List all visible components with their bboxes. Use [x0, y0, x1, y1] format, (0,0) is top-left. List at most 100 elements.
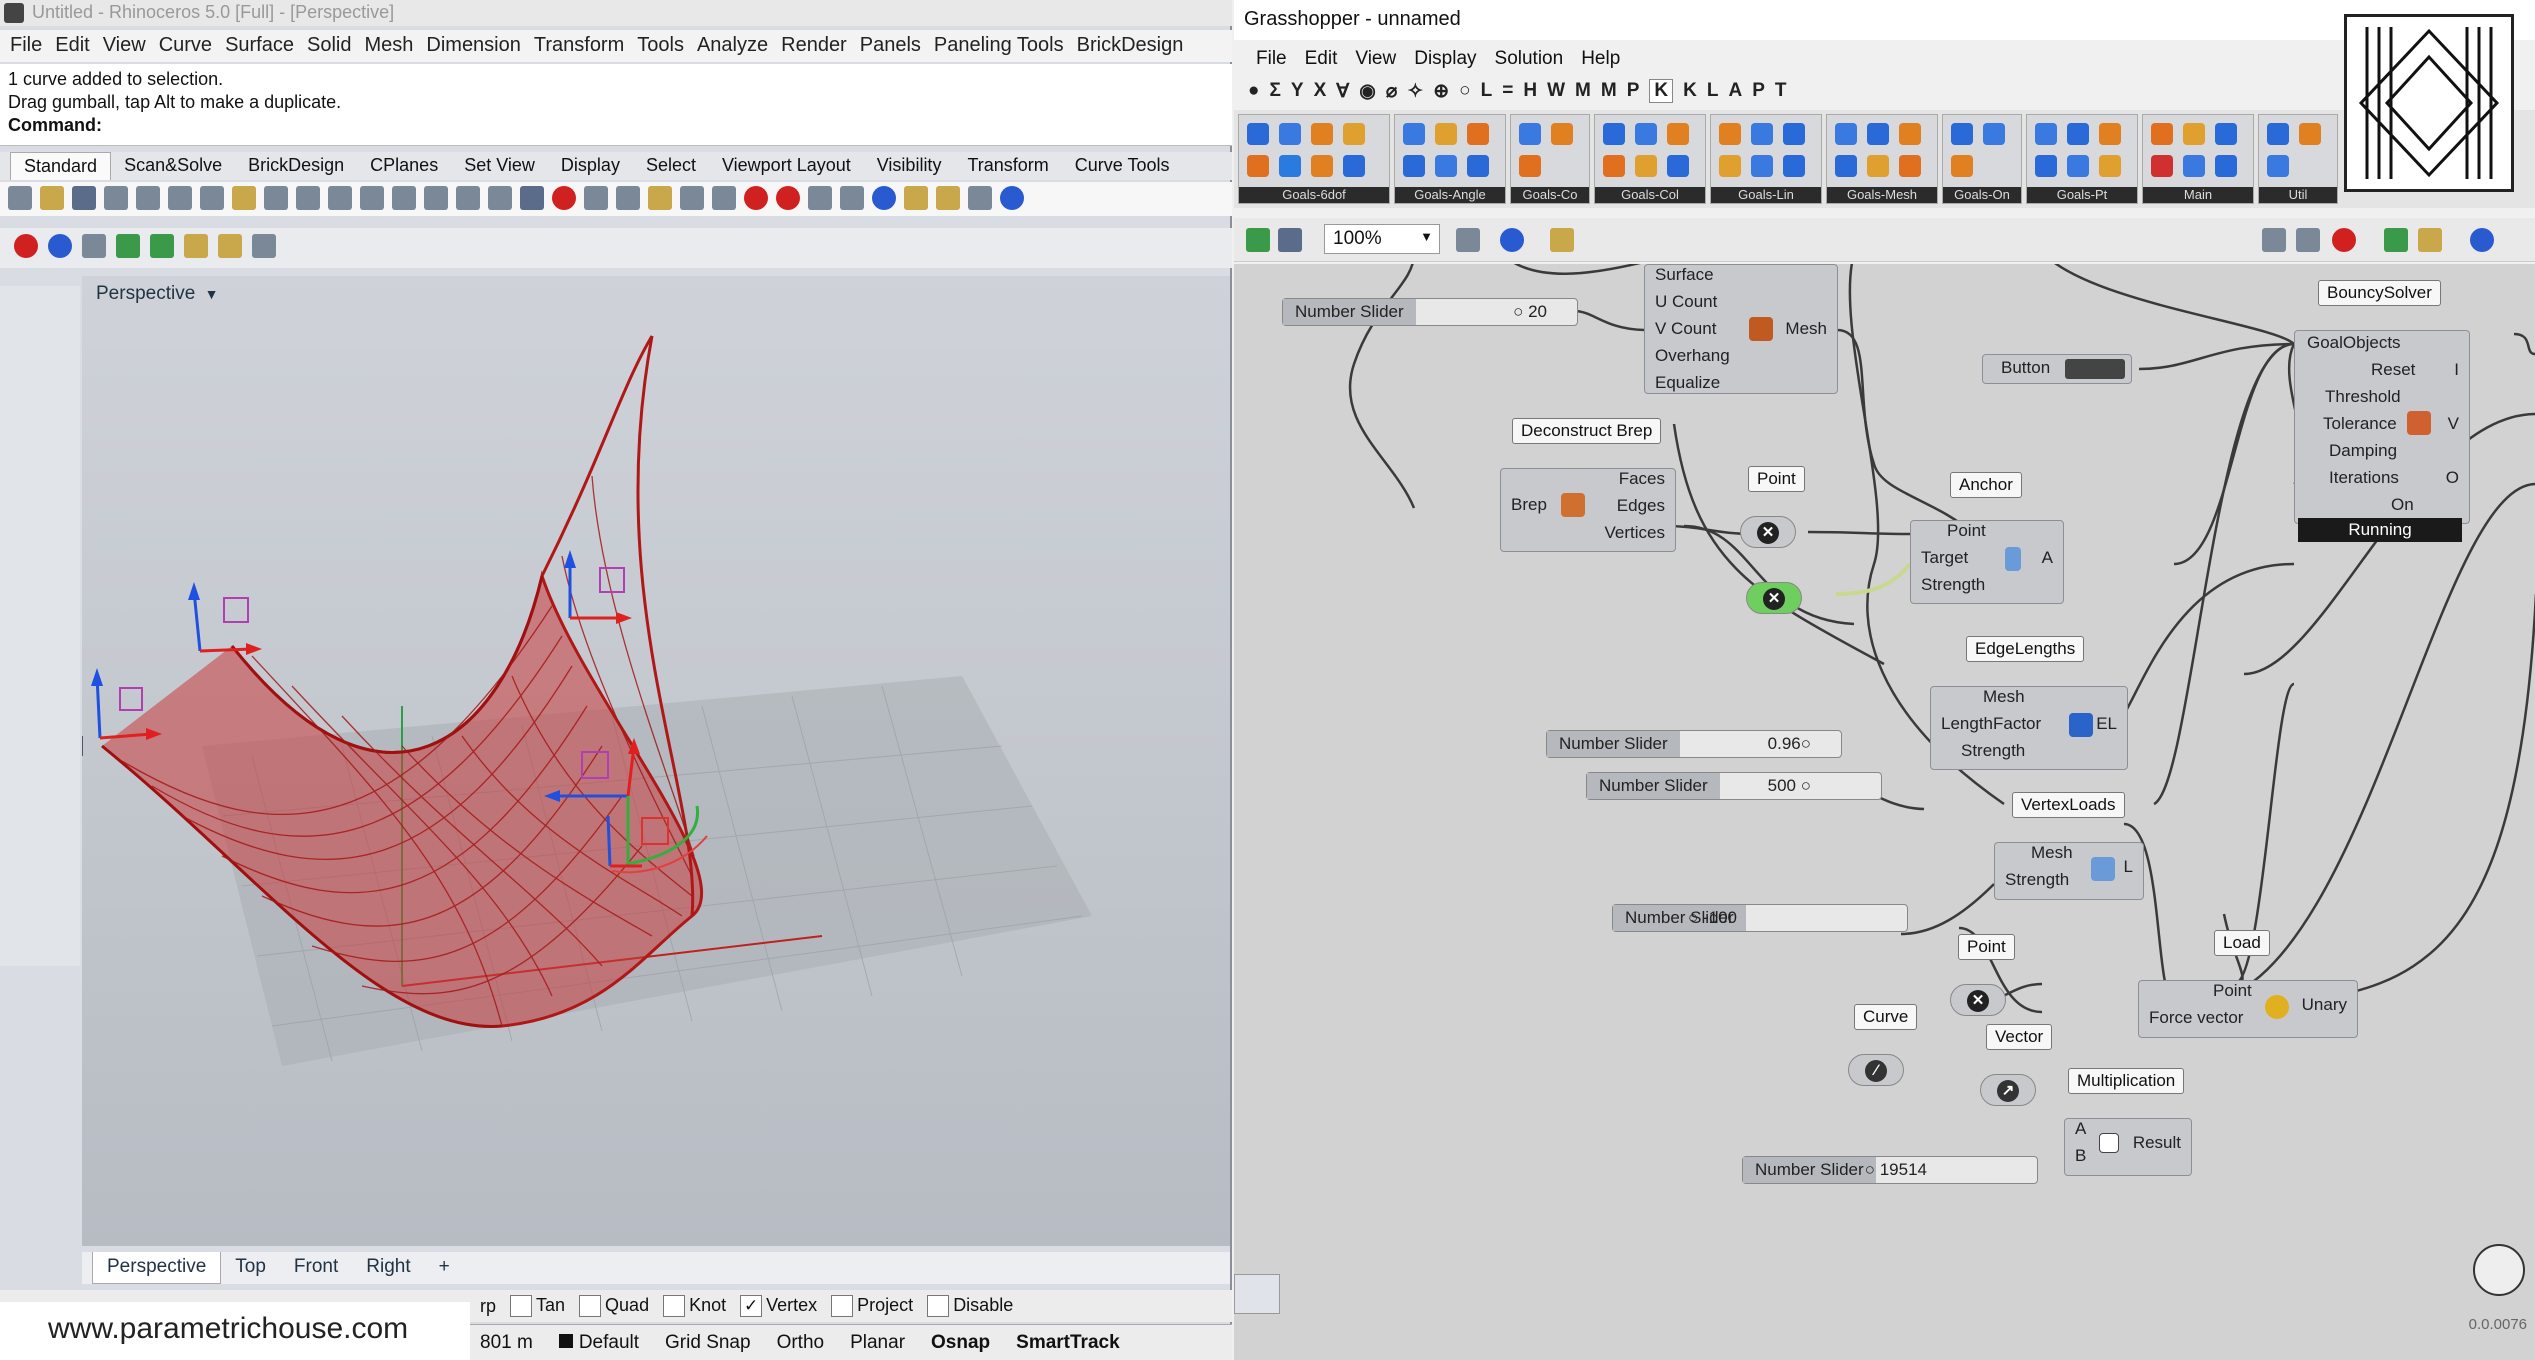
goal-icon[interactable]	[1951, 155, 1973, 177]
goal-icon[interactable]	[1343, 155, 1365, 177]
input-reset[interactable]: Reset	[2371, 360, 2415, 380]
goal-icon[interactable]	[2067, 123, 2089, 145]
output-o[interactable]: O	[2446, 468, 2459, 488]
gh-tab-sets[interactable]: Y	[1291, 80, 1304, 102]
osnap-disable[interactable]: Disable	[927, 1295, 1013, 1318]
viewport-tab-front[interactable]: Front	[280, 1252, 352, 1284]
gh-tab-mesh[interactable]: ⌀	[1386, 80, 1397, 103]
point-param-2[interactable]: ✕	[1950, 984, 2006, 1016]
input-b[interactable]: B	[2075, 1146, 2086, 1166]
osnap-vertex-checkbox[interactable]: ✓	[740, 1295, 763, 1318]
gumball-3[interactable]	[564, 550, 632, 624]
osnap-project[interactable]: Project	[831, 1295, 913, 1318]
output-vertices[interactable]: Vertices	[1605, 523, 1665, 543]
osnap-quad-checkbox[interactable]	[579, 1295, 602, 1318]
viewport-title[interactable]: Perspective ▼	[90, 280, 224, 308]
input-target[interactable]: Target	[1921, 548, 1968, 568]
cplane-icon[interactable]	[552, 186, 576, 210]
osnap-quad[interactable]: Quad	[579, 1295, 649, 1318]
gear-icon[interactable]	[936, 186, 960, 210]
tab-standard[interactable]: Standard	[10, 152, 112, 180]
output-el[interactable]: EL	[2096, 714, 2117, 734]
red-sphere-icon[interactable]	[14, 234, 38, 258]
goal-icon[interactable]	[1247, 123, 1269, 145]
output-mesh[interactable]: Mesh	[1785, 319, 1827, 339]
zoom-select[interactable]: 100% ▼	[1324, 224, 1440, 254]
output-edges[interactable]: Edges	[1617, 496, 1665, 516]
edgelengths-component[interactable]: Mesh LengthFactor Strength EL	[1930, 686, 2128, 770]
load-component[interactable]: Point Force vector Unary	[2138, 980, 2358, 1038]
goal-icon[interactable]	[2267, 123, 2289, 145]
export-icon[interactable]	[136, 186, 160, 210]
goal-icon[interactable]	[1311, 155, 1333, 177]
brick-icon[interactable]	[150, 234, 174, 258]
bouncysolver-component[interactable]: GoalObjects Reset Threshold Tolerance Da…	[2294, 330, 2470, 524]
display-settings-icon[interactable]	[2470, 228, 2494, 252]
menu-transform[interactable]: Transform	[530, 30, 633, 62]
input-u-count[interactable]: U Count	[1655, 292, 1717, 312]
input-mesh[interactable]: Mesh	[1983, 687, 2025, 707]
goal-icon[interactable]	[2067, 155, 2089, 177]
menu-dimension[interactable]: Dimension	[422, 30, 529, 62]
point-param-1[interactable]: ✕	[1740, 516, 1796, 548]
preview-wire-icon[interactable]	[2296, 228, 2320, 252]
input-force-vector[interactable]: Force vector	[2149, 1008, 2243, 1028]
command-prompt[interactable]: Command:	[8, 114, 1224, 137]
gh-tab-l2[interactable]: L	[1707, 80, 1719, 102]
deconstruct-brep-component[interactable]: Brep Faces Edges Vertices	[1500, 468, 1676, 552]
print-icon[interactable]	[104, 186, 128, 210]
goal-icon[interactable]	[1635, 123, 1657, 145]
viewport-title-label[interactable]: Perspective	[96, 283, 195, 304]
goal-icon[interactable]	[2183, 123, 2205, 145]
goal-icon[interactable]	[2151, 123, 2173, 145]
gh-tab-t[interactable]: T	[1775, 80, 1787, 102]
status-ortho[interactable]: Ortho	[777, 1332, 825, 1354]
mesh-surface-component[interactable]: Surface U Count V Count Overhang Equaliz…	[1644, 264, 1838, 394]
goal-icon[interactable]	[1519, 155, 1541, 177]
osnap-disable-checkbox[interactable]	[927, 1295, 950, 1318]
input-iterations[interactable]: Iterations	[2329, 468, 2399, 488]
gh-canvas[interactable]: Surface U Count V Count Overhang Equaliz…	[1234, 264, 2535, 1360]
rotate-view-icon[interactable]	[488, 186, 512, 210]
viewport-tab-right[interactable]: Right	[352, 1252, 424, 1284]
goal-icon[interactable]	[2035, 123, 2057, 145]
goal-icon[interactable]	[1467, 155, 1489, 177]
bracket-icon[interactable]	[218, 234, 242, 258]
gh-tab-display[interactable]: ○	[1459, 80, 1470, 102]
stack-icon[interactable]	[82, 234, 106, 258]
output-v[interactable]: V	[2448, 414, 2459, 434]
gh-tab-surface[interactable]: ◉	[1359, 80, 1376, 103]
gh-tab-p2[interactable]: P	[1752, 80, 1765, 102]
goal-icon[interactable]	[1719, 155, 1741, 177]
slider-value[interactable]: ○ 19514	[1865, 1160, 1927, 1180]
gh-tab-k2[interactable]: K	[1683, 80, 1697, 102]
goal-icon[interactable]	[2215, 123, 2237, 145]
gh-tab-m1[interactable]: M	[1575, 80, 1591, 102]
goal-icon[interactable]	[1719, 123, 1741, 145]
new-file-icon[interactable]	[8, 186, 32, 210]
input-overhang[interactable]: Overhang	[1655, 346, 1730, 366]
slider-value[interactable]: ○ 20	[1513, 302, 1547, 322]
goal-icon[interactable]	[1667, 123, 1689, 145]
output-l[interactable]: L	[2124, 857, 2133, 877]
render-icon[interactable]	[872, 186, 896, 210]
light-bulb-icon[interactable]	[680, 186, 704, 210]
menu-solid[interactable]: Solid	[303, 30, 360, 62]
goal-icon[interactable]	[1899, 155, 1921, 177]
view-icon[interactable]	[584, 186, 608, 210]
gh-tab-l1[interactable]: L	[1481, 80, 1493, 102]
open-folder-icon[interactable]	[40, 186, 64, 210]
gh-menu-view[interactable]: View	[1355, 44, 1414, 74]
input-brep[interactable]: Brep	[1511, 495, 1547, 515]
input-goalobjects[interactable]: GoalObjects	[2307, 333, 2401, 353]
menu-brickdesign[interactable]: BrickDesign	[1073, 30, 1193, 62]
goal-icon[interactable]	[1899, 123, 1921, 145]
goal-icon[interactable]	[1247, 155, 1269, 177]
select-icon[interactable]	[648, 186, 672, 210]
zoom-extents-icon[interactable]	[424, 186, 448, 210]
goal-icon[interactable]	[1951, 123, 1973, 145]
output-result[interactable]: Result	[2133, 1133, 2181, 1153]
input-on[interactable]: On	[2391, 495, 2414, 515]
status-planar[interactable]: Planar	[850, 1332, 905, 1354]
goal-icon[interactable]	[1867, 155, 1889, 177]
